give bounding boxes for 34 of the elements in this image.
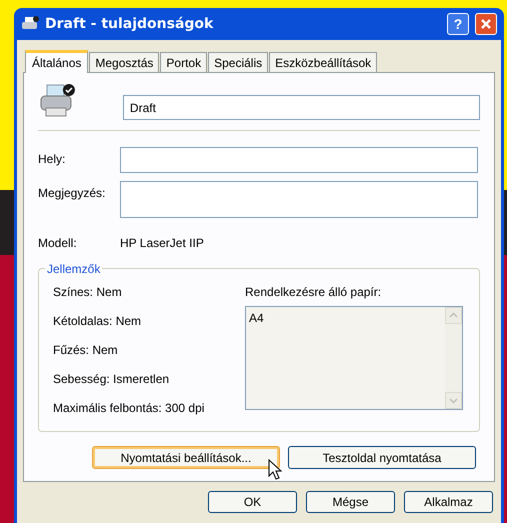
close-icon [480,18,492,30]
paper-label: Rendelkezésre álló papír: [245,284,382,301]
tab[interactable]: Speciális [208,52,268,72]
printer-icon [21,16,39,32]
dialog-button[interactable]: Alkalmaz [404,491,493,513]
paper-list[interactable]: A4 [245,306,463,410]
feature-text: Kétoldalas: Nem [53,313,142,330]
tab[interactable]: Eszközbeállítások [269,52,378,72]
list-item[interactable]: A4 [249,309,442,327]
scroll-up-icon[interactable] [445,307,462,324]
feature-text: Maximális felbontás: 300 dpi [53,400,206,417]
tab[interactable]: Portok [160,52,208,72]
field-label: Hely: [38,151,66,168]
tab[interactable]: Általános [25,50,88,73]
field-label: Megjegyzés: [38,185,106,202]
feature-text: Sebesség: Ismeretlen [53,371,170,388]
dialog-button[interactable]: OK [208,491,297,513]
scrollbar[interactable] [445,307,462,409]
dialog-button[interactable]: Mégse [306,491,395,513]
tab[interactable]: Megosztás [89,52,160,72]
feature-text: Színes: Nem [53,284,123,301]
printer-icon [38,82,76,118]
model-label: Modell: [38,235,78,252]
help-button[interactable]: ? [447,13,469,35]
model-value: HP LaserJet IIP [120,235,204,252]
action-button[interactable]: Tesztoldal nyomtatása [288,446,476,469]
scroll-down-icon[interactable] [445,392,462,409]
close-button[interactable] [475,13,497,35]
feature-text: Fűzés: Nem [53,342,119,359]
printer-name-field[interactable]: Draft [122,95,480,120]
action-button[interactable]: Nyomtatási beállítások... [92,446,280,469]
input-field[interactable] [120,181,478,218]
window-title: Draft - tulajdonságok [45,14,214,34]
input-field[interactable] [120,147,478,173]
